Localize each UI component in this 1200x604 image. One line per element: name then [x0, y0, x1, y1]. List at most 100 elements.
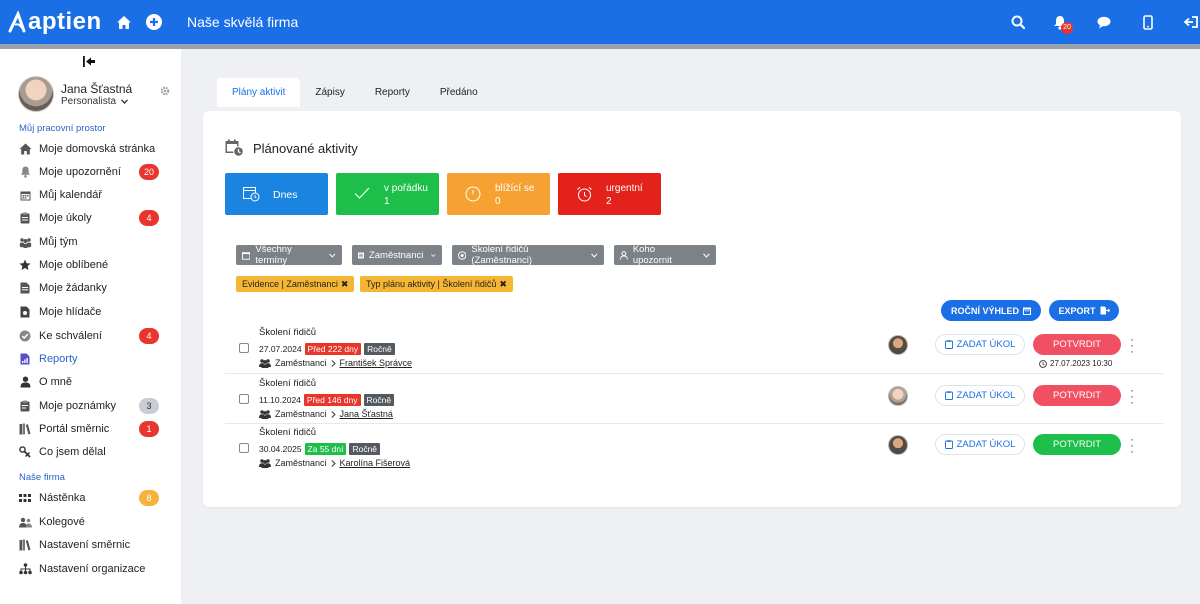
tile-ok-value: 1 — [384, 196, 390, 207]
remove-chip-icon[interactable]: ✖ — [341, 279, 349, 290]
sidebar-item-watchers[interactable]: Moje hlídače — [18, 302, 168, 322]
sidebar-item-label: Můj tým — [39, 236, 78, 248]
sidebar-item-policies-portal[interactable]: Portál směrnic 1 — [18, 419, 168, 439]
table-row[interactable]: Školení řidičů 27.07.2024 Před 222 dny R… — [225, 322, 1163, 372]
chevron-right-icon — [330, 459, 336, 467]
add-task-label: ZADAT ÚKOL — [956, 439, 1016, 450]
search-icon[interactable] — [1008, 0, 1028, 44]
filter-all-dates[interactable]: Všechny termíny — [236, 244, 342, 266]
sidebar-item-notifications[interactable]: Moje upozornění 20 — [18, 162, 168, 182]
sidebar-item-history[interactable]: Co jsem dělal — [18, 442, 168, 462]
sidebar-item-requests[interactable]: Moje žádanky — [18, 278, 168, 298]
collapse-sidebar-icon[interactable] — [83, 56, 95, 70]
add-icon[interactable] — [143, 0, 165, 44]
team-icon — [18, 235, 32, 249]
sidebar-item-reports[interactable]: Reporty — [18, 349, 168, 369]
row-date-line: 27.07.2024 Před 222 dny Ročně — [259, 343, 395, 355]
tile-upcoming[interactable]: blížící se 0 — [447, 173, 550, 215]
row-title[interactable]: Školení řidičů — [259, 378, 316, 389]
logout-icon[interactable] — [1182, 0, 1200, 44]
filter-driver-training[interactable]: Školení řidičů (Zaměstnanci) — [452, 244, 604, 266]
history-icon — [18, 445, 32, 459]
add-task-button[interactable]: ZADAT ÚKOL — [935, 434, 1025, 455]
avatar[interactable] — [888, 435, 908, 455]
filter-employees[interactable]: Zaměstnanci — [352, 245, 442, 265]
sidebar-item-approvals[interactable]: Ke schválení 4 — [18, 326, 168, 346]
tab-bar: Plány aktivit Zápisy Reporty Předáno — [217, 78, 493, 107]
request-icon — [18, 281, 32, 295]
chevron-down-icon — [703, 252, 710, 258]
table-row[interactable]: Školení řidičů 11.10.2024 Před 146 dny R… — [225, 373, 1163, 423]
gear-icon[interactable] — [160, 85, 170, 99]
sidebar-item-home[interactable]: Moje domovská stránka — [18, 139, 168, 159]
policies-badge: 1 — [139, 421, 159, 437]
row-person-link[interactable]: Jana Šťastná — [340, 409, 393, 419]
chip-plan-type[interactable]: Typ plánu aktivity | Školení řidičů ✖ — [360, 276, 513, 292]
row-person-link[interactable]: František Správce — [340, 358, 413, 368]
sidebar-item-colleagues[interactable]: Kolegové — [18, 512, 168, 532]
sidebar-item-tasks[interactable]: Moje úkoly 4 — [18, 208, 168, 228]
home-icon[interactable] — [113, 0, 135, 44]
row-title[interactable]: Školení řidičů — [259, 327, 316, 338]
add-task-button[interactable]: ZADAT ÚKOL — [935, 334, 1025, 355]
bell-icon — [18, 165, 32, 179]
phone-icon[interactable] — [1138, 0, 1158, 44]
row-group[interactable]: Zaměstnanci — [275, 409, 327, 419]
row-title[interactable]: Školení řidičů — [259, 427, 316, 438]
confirm-button[interactable]: POTVRDIT — [1033, 434, 1121, 455]
remove-chip-icon[interactable]: ✖ — [499, 279, 507, 290]
sidebar-item-team[interactable]: Můj tým — [18, 232, 168, 252]
filter-notify-whom[interactable]: Koho upozornit — [614, 244, 716, 266]
export-button[interactable]: EXPORT — [1049, 300, 1119, 321]
tab-activity-plans[interactable]: Plány aktivit — [217, 78, 301, 107]
row-checkbox[interactable] — [239, 394, 249, 404]
tile-today[interactable]: Dnes — [225, 173, 328, 215]
filter-label: Koho upozornit — [632, 244, 672, 266]
confirm-button[interactable]: POTVRDIT — [1033, 334, 1121, 355]
tab-records[interactable]: Zápisy — [300, 78, 359, 107]
tile-ok[interactable]: v pořádku 1 — [336, 173, 439, 215]
company-name[interactable]: Naše skvělá firma — [187, 14, 298, 30]
sidebar-item-favorites[interactable]: Moje oblíbené — [18, 255, 168, 275]
sidebar-item-label: Moje domovská stránka — [39, 143, 156, 155]
row-group[interactable]: Zaměstnanci — [275, 458, 327, 468]
avatar[interactable] — [888, 386, 908, 406]
table-row[interactable]: Školení řidičů 30.04.2025 Za 55 dní Ročn… — [225, 422, 1163, 472]
sidebar-item-org-settings[interactable]: Nastavení organizace — [18, 559, 168, 579]
row-group[interactable]: Zaměstnanci — [275, 358, 327, 368]
sidebar-item-board[interactable]: Nástěnka 8 — [18, 488, 168, 508]
add-task-button[interactable]: ZADAT ÚKOL — [935, 385, 1025, 406]
clipboard-icon — [18, 211, 32, 225]
user-name[interactable]: Jana Šťastná — [61, 82, 132, 96]
alarm-clock-icon — [577, 186, 592, 202]
year-view-button[interactable]: ROČNÍ VÝHLED — [941, 300, 1041, 321]
row-date: 27.07.2024 — [259, 344, 302, 354]
more-options-icon[interactable]: · · · — [1129, 433, 1135, 457]
sidebar-item-notes[interactable]: Moje poznámky 3 — [18, 396, 168, 416]
calendar-icon — [242, 251, 251, 260]
star-icon — [18, 258, 32, 272]
chevron-down-icon — [121, 99, 129, 104]
user-avatar[interactable] — [18, 76, 54, 112]
sidebar-item-policy-settings[interactable]: Nastavení směrnic — [18, 535, 168, 555]
sidebar-item-about-me[interactable]: O mně — [18, 372, 168, 392]
home-icon — [18, 142, 32, 156]
more-options-icon[interactable]: · · · — [1129, 384, 1135, 408]
sidebar: Jana Šťastná Personalista Můj pracovní p… — [0, 49, 181, 604]
tab-reports[interactable]: Reporty — [360, 78, 425, 107]
calendar-icon — [18, 188, 32, 202]
aptien-logo[interactable]: aptien — [8, 8, 102, 36]
user-role[interactable]: Personalista — [61, 96, 129, 107]
confirm-button[interactable]: POTVRDIT — [1033, 385, 1121, 406]
avatar[interactable] — [888, 335, 908, 355]
sidebar-item-calendar[interactable]: Můj kalendář — [18, 185, 168, 205]
row-checkbox[interactable] — [239, 443, 249, 453]
tab-handed-over[interactable]: Předáno — [425, 78, 493, 107]
chat-icon[interactable] — [1094, 0, 1114, 44]
confirmed-at: 27.07.2023 10:30 — [1050, 359, 1113, 368]
more-options-icon[interactable]: · · · — [1129, 333, 1135, 357]
row-person-link[interactable]: Karolína Fišerová — [340, 458, 411, 468]
row-checkbox[interactable] — [239, 343, 249, 353]
tile-urgent[interactable]: urgentní 2 — [558, 173, 661, 215]
chip-evidence-employees[interactable]: Evidence | Zaměstnanci ✖ — [236, 276, 355, 292]
